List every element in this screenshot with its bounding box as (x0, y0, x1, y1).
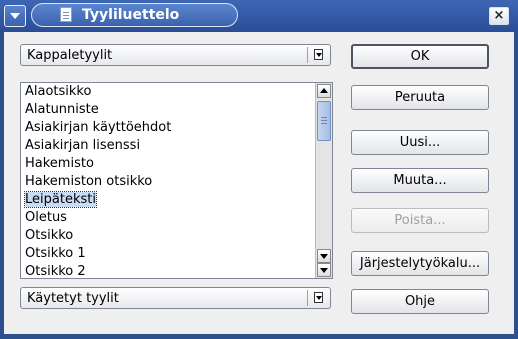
dropdown-arrow-icon (314, 292, 323, 303)
close-icon: × (493, 8, 505, 23)
style-list-item-label: Asiakirjan käyttöehdot (25, 120, 172, 135)
style-list-items: Alaotsikko Alatunniste Asiakirjan käyttöeh… (21, 83, 314, 279)
cancel-label: Peruuta (394, 90, 446, 105)
arrow-down-end-icon (320, 268, 328, 273)
modify-label: Muuta... (393, 173, 447, 188)
style-list-item[interactable]: Leipäteksti (21, 191, 314, 209)
organizer-button[interactable]: Järjestelytyökalu... (351, 251, 489, 276)
style-list-item[interactable]: Alatunniste (21, 101, 314, 119)
style-filter-value: Käytetyt tyylit (27, 291, 119, 306)
style-filter-drop-button[interactable] (307, 290, 327, 306)
chevron-down-icon (10, 13, 20, 19)
delete-label: Poista... (394, 213, 446, 228)
style-list-item-label: Otsikko (25, 228, 74, 243)
style-list-item-label: Otsikko 1 (25, 246, 86, 261)
style-catalog-dialog: Tyyliluettelo × Kappaletyylit Alaotsikko… (0, 0, 518, 339)
style-list-item[interactable]: Hakemiston otsikko (21, 173, 314, 191)
help-label: Ohje (404, 294, 436, 309)
scroll-up-button[interactable] (317, 84, 331, 98)
style-list-item-label: Alatunniste (25, 102, 99, 117)
scroll-thumb[interactable] (317, 101, 331, 141)
style-list-item-label: Hakemiston otsikko (25, 174, 153, 189)
style-list[interactable]: Alaotsikko Alatunniste Asiakirjan käyttöeh… (20, 82, 333, 279)
style-list-item-label: Oletus (25, 210, 67, 225)
style-list-item[interactable]: Oletus (21, 209, 314, 227)
dropdown-arrow-icon (314, 49, 323, 60)
style-list-item[interactable]: Otsikko 2 (21, 263, 314, 279)
style-family-drop-button[interactable] (307, 47, 327, 63)
style-list-item[interactable]: Asiakirjan lisenssi (21, 137, 314, 155)
ok-button[interactable]: OK (351, 44, 489, 69)
help-button[interactable]: Ohje (351, 289, 489, 314)
style-list-item[interactable]: Alaotsikko (21, 83, 314, 101)
style-list-item-label: Alaotsikko (25, 84, 92, 99)
style-list-item[interactable]: Otsikko 1 (21, 245, 314, 263)
style-list-item-label: Otsikko 2 (25, 264, 86, 279)
style-list-item[interactable]: Otsikko (21, 227, 314, 245)
new-label: Uusi... (399, 135, 441, 150)
scroll-down-button[interactable] (317, 249, 331, 263)
dialog-body: Kappaletyylit Alaotsikko Alatunniste Asiak… (4, 32, 514, 334)
style-list-item[interactable]: Hakemisto (21, 155, 314, 173)
cancel-button[interactable]: Peruuta (351, 85, 489, 110)
modify-button[interactable]: Muuta... (351, 168, 489, 193)
document-icon (60, 7, 72, 22)
scroll-end-button[interactable] (317, 263, 331, 277)
style-list-item[interactable]: Asiakirjan käyttöehdot (21, 119, 314, 137)
window-title: Tyyliluettelo (82, 7, 180, 23)
new-button[interactable]: Uusi... (351, 130, 489, 155)
style-family-value: Kappaletyylit (27, 48, 113, 63)
ok-label: OK (410, 49, 430, 64)
arrow-down-icon (320, 254, 328, 259)
window-menu-button[interactable] (4, 5, 26, 27)
title-pill: Tyyliluettelo (31, 3, 238, 27)
style-list-item-label: Hakemisto (25, 156, 94, 171)
organizer-label: Järjestelytyökalu... (359, 256, 481, 271)
delete-button: Poista... (351, 208, 489, 233)
style-list-item-label: Asiakirjan lisenssi (25, 138, 141, 153)
arrow-up-icon (320, 88, 328, 93)
close-button[interactable]: × (489, 7, 509, 25)
style-list-scrollbar[interactable] (315, 83, 332, 278)
style-filter-select[interactable]: Käytetyt tyylit (20, 287, 331, 309)
style-list-item-label: Leipäteksti (24, 191, 97, 208)
style-family-select[interactable]: Kappaletyylit (20, 44, 331, 66)
titlebar: Tyyliluettelo × (0, 0, 518, 32)
